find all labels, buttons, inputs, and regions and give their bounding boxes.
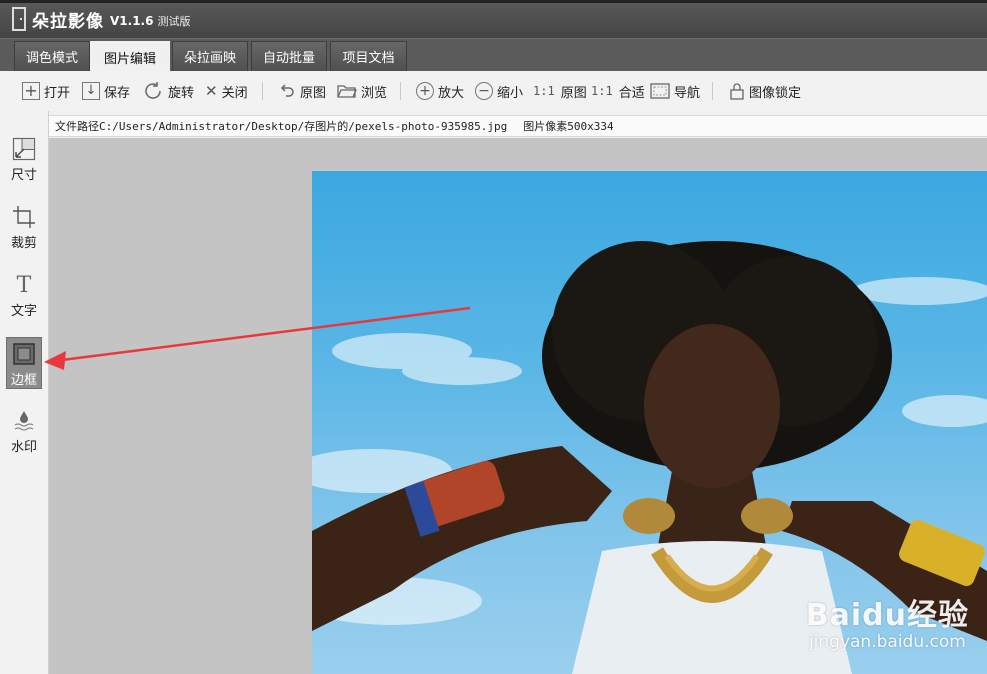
folder-icon	[337, 83, 357, 99]
tab-dora-frame[interactable]: 朵拉画映	[172, 41, 248, 72]
toolbar-divider	[262, 82, 263, 100]
actual-size-label: 原图	[560, 85, 587, 101]
zoom-out-button[interactable]: − 缩小	[475, 71, 523, 111]
tool-watermark-label: 水印	[10, 440, 37, 455]
tool-text-label: 文字	[10, 304, 37, 319]
original-button[interactable]: 原图	[278, 71, 326, 111]
save-label: 保存	[104, 85, 131, 101]
zoom-in-label: 放大	[438, 85, 465, 101]
lock-image-button[interactable]: 图像锁定	[729, 71, 801, 111]
navigator-icon	[650, 82, 670, 100]
rotate-label: 旋转	[168, 85, 195, 101]
tab-auto-batch[interactable]: 自动批量	[251, 41, 327, 72]
toolbar-divider	[400, 82, 401, 100]
browse-label: 浏览	[361, 85, 388, 101]
app-edition: 测试版	[157, 14, 191, 28]
undo-icon	[278, 82, 296, 100]
watermark-url: jingyan.baidu.com	[808, 632, 966, 652]
browse-button[interactable]: 浏览	[337, 71, 387, 111]
rotate-button[interactable]: 旋转	[142, 71, 194, 111]
tool-sidebar: 尺寸 裁剪 T 文字 边框 水印	[0, 111, 49, 674]
close-icon: ✕	[205, 82, 218, 100]
tool-border-label: 边框	[10, 373, 37, 388]
plus-icon: +	[22, 82, 40, 100]
lock-image-label: 图像锁定	[749, 85, 802, 101]
image-pixels-label: 图片像素	[523, 120, 568, 133]
border-icon	[12, 342, 36, 366]
baidu-watermark: Baidu经验 jingyan.baidu.com	[806, 590, 969, 652]
close-label: 关闭	[221, 85, 248, 101]
navigate-label: 导航	[674, 85, 701, 101]
file-path-value: C:/Users/Administrator/Desktop/存图片的/pexe…	[99, 120, 508, 133]
tab-image-edit[interactable]: 图片编辑	[90, 41, 170, 73]
open-button[interactable]: + 打开	[22, 71, 70, 111]
actual-size-ratio: 1:1	[533, 84, 555, 98]
zoom-in-button[interactable]: + 放大	[416, 71, 464, 111]
watermark-brand: Baidu经验	[805, 598, 969, 633]
fit-ratio: 1:1	[591, 84, 613, 98]
file-path-label: 文件路径	[55, 120, 99, 133]
actual-size-button[interactable]: 1:1 原图	[533, 71, 587, 111]
edited-photo[interactable]: Baidu经验 jingyan.baidu.com	[312, 171, 987, 674]
tool-resize[interactable]: 尺寸	[6, 133, 42, 185]
toolbar-divider	[712, 82, 713, 100]
image-pixels-value: 500x334	[567, 119, 614, 133]
tool-crop[interactable]: 裁剪	[6, 201, 42, 253]
fit-button[interactable]: 1:1 合适	[591, 71, 645, 111]
download-arrow-icon: ↓	[82, 82, 100, 100]
rotate-icon	[142, 80, 164, 102]
tool-resize-label: 尺寸	[10, 168, 37, 183]
text-icon: T	[16, 272, 32, 298]
mode-tab-bar: 调色模式 图片编辑 朵拉画映 自动批量 项目文档	[0, 38, 987, 73]
zoom-in-icon: +	[416, 82, 434, 100]
crop-icon	[12, 205, 36, 229]
navigate-button[interactable]: 导航	[650, 71, 700, 111]
zoom-out-icon: −	[475, 82, 493, 100]
close-button[interactable]: ✕ 关闭	[205, 71, 248, 111]
image-canvas[interactable]: Baidu经验 jingyan.baidu.com	[49, 138, 987, 674]
lock-icon	[729, 82, 745, 100]
tool-border[interactable]: 边框	[6, 337, 42, 389]
fit-label: 合适	[618, 85, 645, 101]
watermark-drop-icon	[12, 409, 36, 433]
tool-watermark[interactable]: 水印	[6, 405, 42, 457]
app-logo-icon	[12, 7, 26, 31]
original-label: 原图	[300, 85, 327, 101]
tab-color-mode[interactable]: 调色模式	[14, 41, 90, 72]
tool-crop-label: 裁剪	[10, 236, 37, 251]
resize-icon	[12, 137, 36, 161]
tool-text[interactable]: T 文字	[6, 269, 42, 321]
zoom-out-label: 缩小	[497, 85, 524, 101]
title-bar: 朵拉影像 V1.1.6 测试版	[0, 0, 987, 38]
save-button[interactable]: ↓ 保存	[82, 71, 130, 111]
open-label: 打开	[44, 85, 71, 101]
app-name: 朵拉影像	[32, 11, 104, 32]
toolbar: + 打开 ↓ 保存 旋转 ✕ 关闭 原图 浏览 + 放大 − 缩小 1:1 原图…	[0, 71, 987, 111]
app-version: V1.1.6	[110, 13, 154, 28]
tab-project-docs[interactable]: 项目文档	[330, 41, 407, 72]
file-info-bar: 文件路径 C:/Users/Administrator/Desktop/存图片的…	[49, 115, 987, 137]
